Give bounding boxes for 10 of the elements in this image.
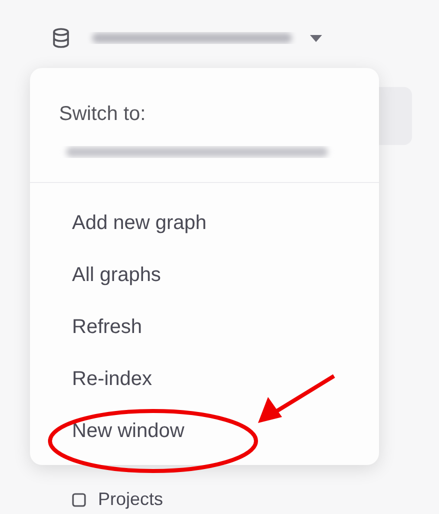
menu-item[interactable]: Re-index	[30, 353, 379, 405]
database-icon	[52, 28, 70, 48]
menu-item[interactable]: Add new graph	[30, 197, 379, 249]
menu-item[interactable]: New window	[30, 405, 379, 457]
sidebar-item[interactable]: Projects	[98, 486, 164, 513]
menu-heading: Switch to:	[58, 102, 147, 126]
menu-item[interactable]: All graphs	[30, 249, 379, 301]
caret-icon	[310, 34, 322, 42]
menu-item[interactable]: Refresh	[30, 301, 379, 353]
file-icon	[72, 492, 86, 506]
